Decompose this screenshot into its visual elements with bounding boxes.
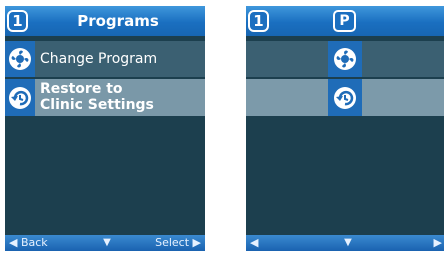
programs-screen-left: 1 Programs Change Program Restore to Cli… [5,6,205,251]
fan-program-icon [5,41,35,77]
left-arrow-icon[interactable]: ◀ [250,235,258,251]
restore-icon [328,79,362,116]
menu-item-label-line2: Clinic Settings [40,97,154,113]
down-arrow-icon[interactable]: ▼ [97,235,117,251]
program-number-badge: 1 [7,10,28,32]
restore-icon [5,79,35,116]
page-title: Programs [77,12,159,30]
header-bar: 1 Programs [5,6,205,36]
program-number-badge: 1 [248,10,269,32]
menu-item-change-program[interactable] [246,41,444,77]
footer-bar: ◀ Back ▼ Select ▶ [5,235,205,251]
menu-item-restore-clinic-settings[interactable] [246,79,444,116]
header-bar: 1 P [246,6,444,36]
right-arrow-icon[interactable]: ▶ [434,235,442,251]
menu-item-label: Restore to Clinic Settings [40,81,154,113]
p-badge: P [333,10,356,32]
back-button[interactable]: ◀ Back [9,235,48,251]
menu-item-label-line1: Restore to [40,81,123,97]
menu-item-change-program[interactable]: Change Program [5,41,205,77]
menu-item-restore-clinic-settings[interactable]: Restore to Clinic Settings [5,79,205,116]
menu-item-label: Change Program [40,51,158,67]
footer-bar: ◀ ▼ ▶ [246,235,444,251]
select-button[interactable]: Select ▶ [155,235,201,251]
programs-screen-right: 1 P ◀ ▼ ▶ [246,6,444,251]
down-arrow-icon[interactable]: ▼ [338,235,358,251]
fan-program-icon [328,41,362,77]
